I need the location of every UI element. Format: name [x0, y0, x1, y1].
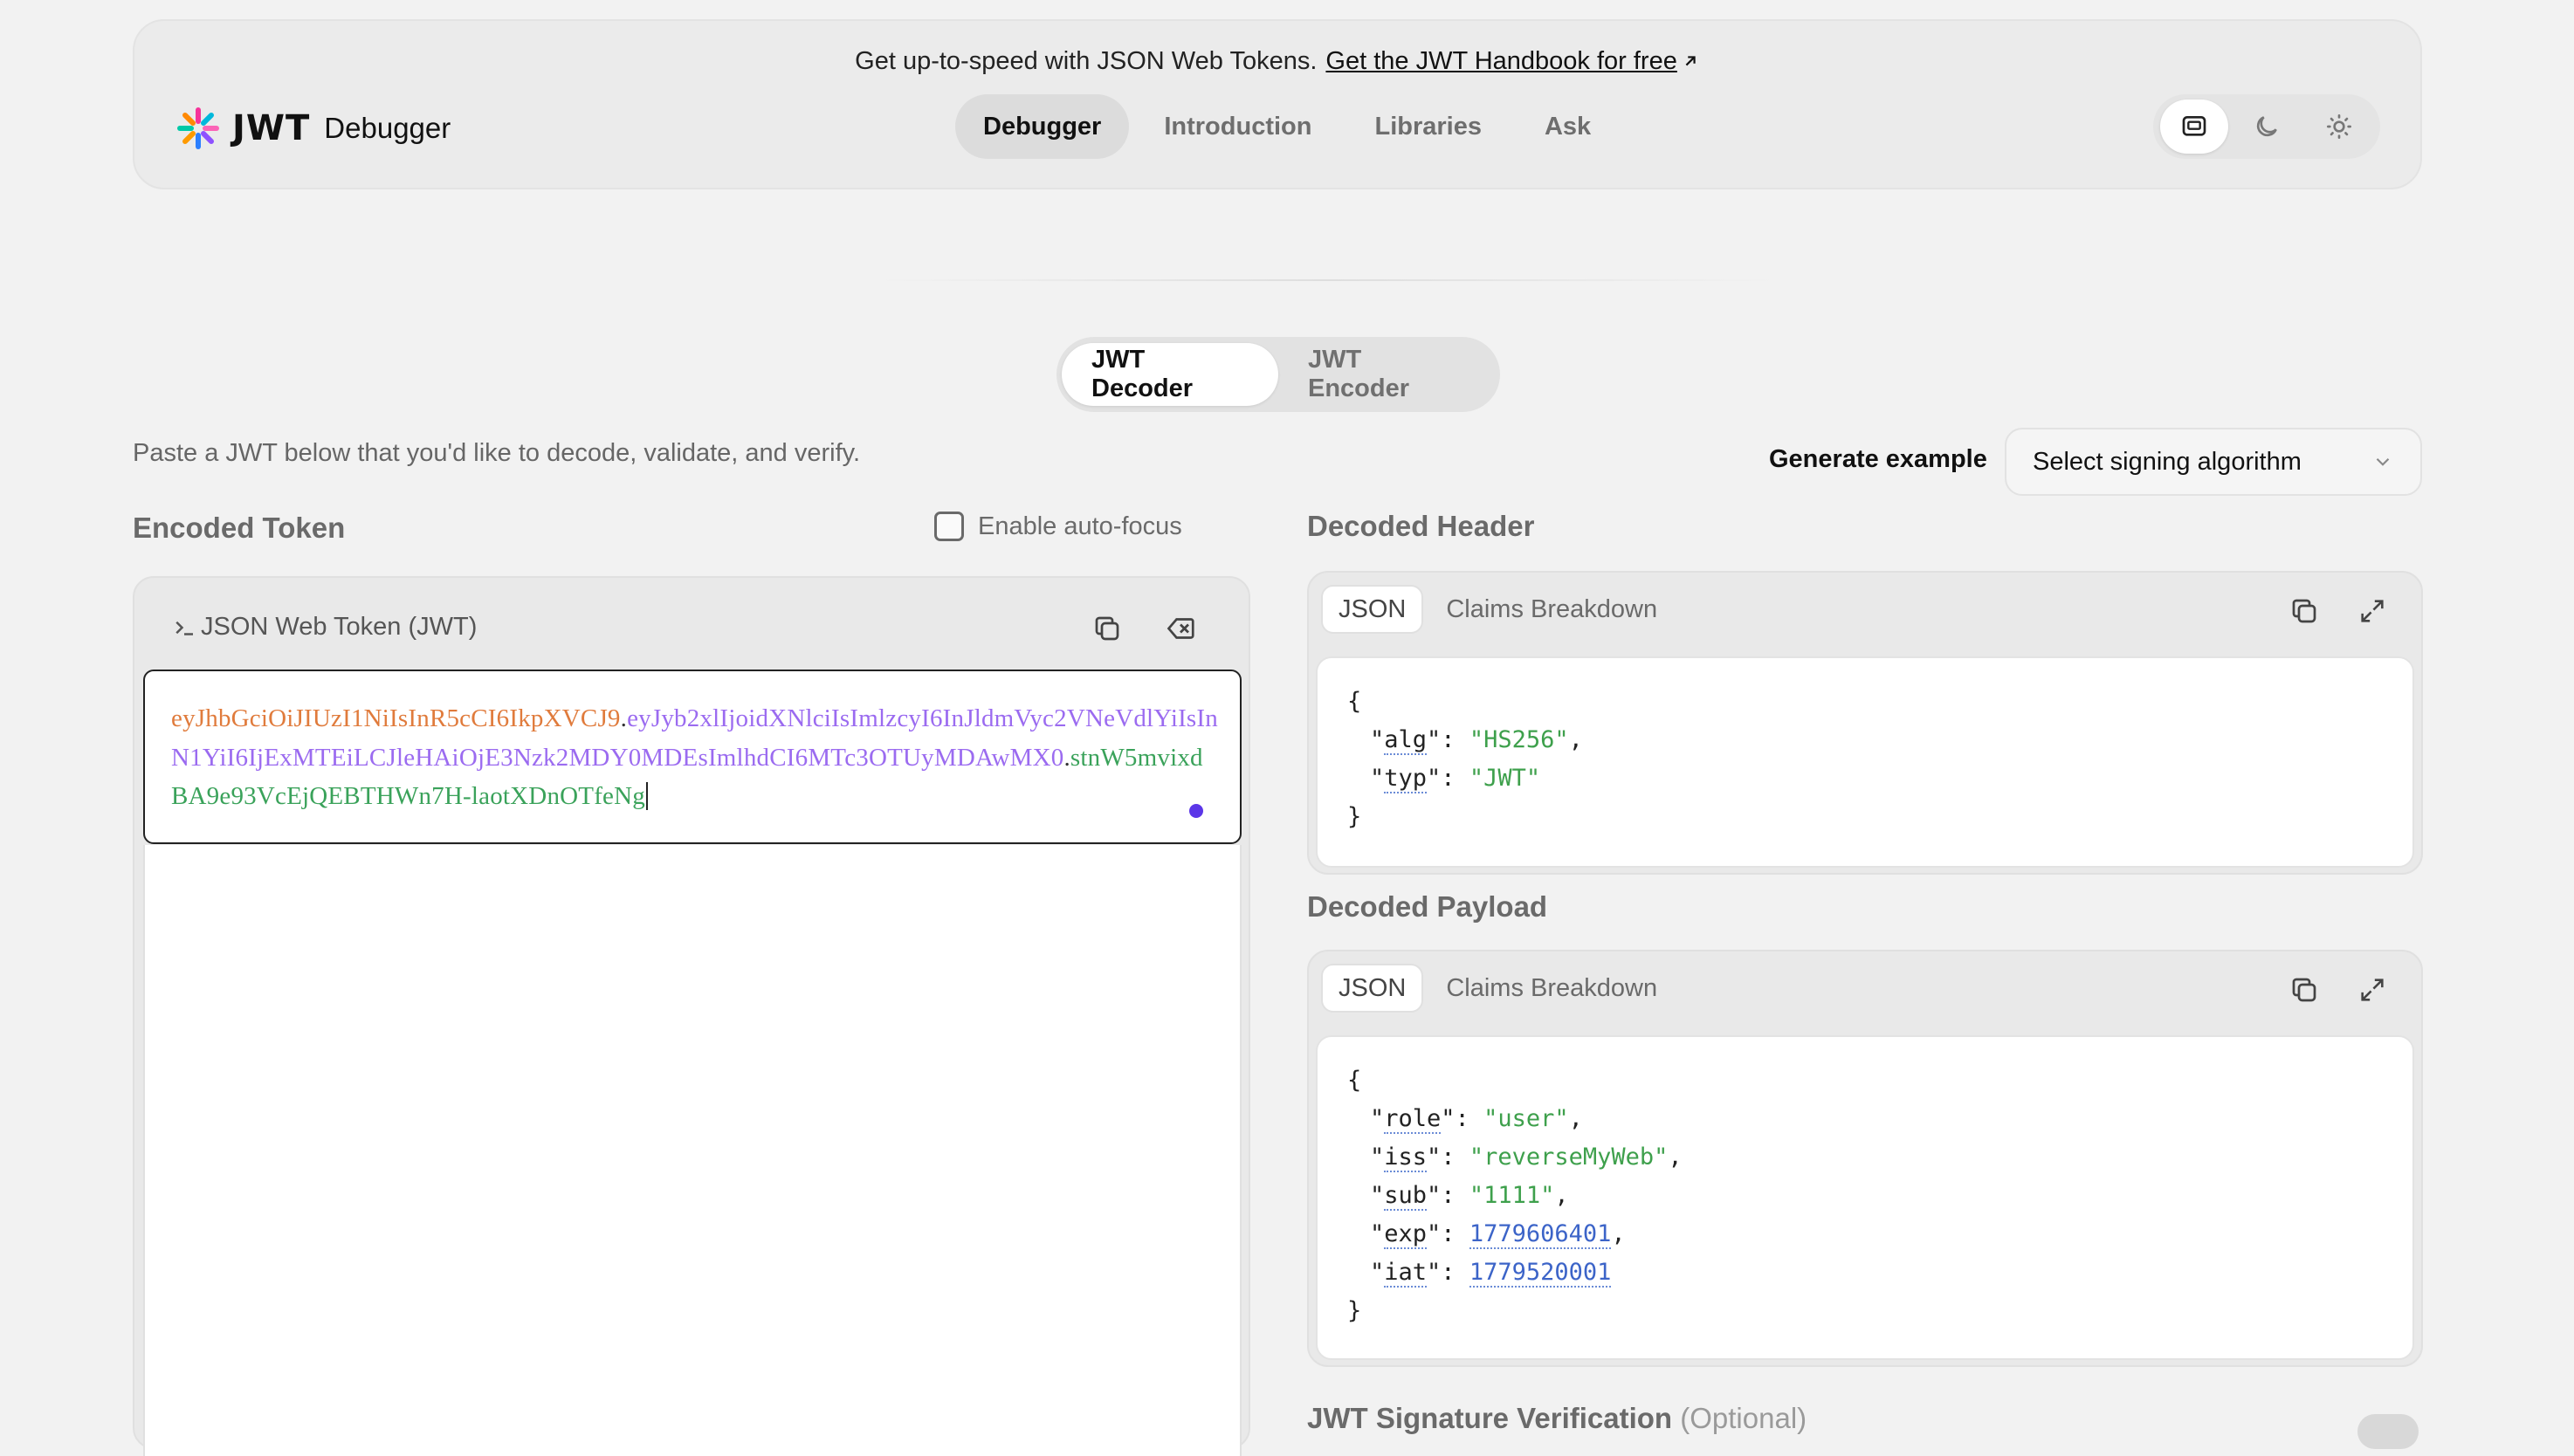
json-line: "iat": 1779520001 [1370, 1259, 1612, 1288]
payload-actions [2285, 971, 2392, 1009]
generate-example-label: Generate example [1769, 445, 1987, 473]
terminal-icon [176, 621, 193, 635]
copy-token-button[interactable] [1088, 609, 1126, 648]
auto-focus-toggle[interactable]: Enable auto-focus [934, 512, 1182, 541]
expand-icon [2361, 600, 2384, 622]
iat-timestamp[interactable]: 1779520001 [1469, 1259, 1612, 1288]
auto-focus-label: Enable auto-focus [978, 512, 1182, 540]
token-text: eyJhbGciOiJIUzI1NiIsInR5cCI6IkpXVCJ9.eyJ… [171, 704, 1218, 810]
nav-introduction[interactable]: Introduction [1136, 94, 1339, 159]
sun-icon [2326, 114, 2351, 139]
handbook-link[interactable]: Get the JWT Handbook for free [1325, 47, 1699, 75]
promo-banner: Get up-to-speed with JSON Web Tokens. Get… [134, 47, 2420, 76]
signing-algorithm-select[interactable]: Select signing algorithm [2005, 428, 2422, 496]
header-tab-claims[interactable]: Claims Breakdown [1430, 587, 1673, 632]
decoded-payload-panel: JSON Claims Breakdown { "role": "user", … [1307, 950, 2423, 1367]
copy-payload-button[interactable] [2285, 971, 2323, 1009]
auto-focus-checkbox[interactable] [934, 512, 964, 541]
text-cursor [645, 782, 648, 810]
dark-theme-button[interactable] [2233, 100, 2301, 154]
copy-header-button[interactable] [2285, 592, 2323, 630]
decoded-header-title: Decoded Header [1307, 510, 1535, 542]
encoded-panel-body [143, 845, 1242, 1456]
backspace-icon [1167, 618, 1194, 639]
json-line: "typ": "JWT" [1370, 765, 1541, 793]
copy-icon [2292, 599, 2316, 623]
json-line: "iss": "reverseMyWeb", [1370, 1144, 1683, 1172]
json-line: "sub": "1111", [1370, 1182, 1569, 1211]
expand-payload-button[interactable] [2353, 971, 2392, 1009]
expand-header-button[interactable] [2353, 592, 2392, 630]
chevron-down-icon [2376, 457, 2390, 466]
nav-ask[interactable]: Ask [1517, 94, 1619, 159]
signature-toggle[interactable] [2357, 1414, 2419, 1449]
payload-tab-claims[interactable]: Claims Breakdown [1430, 965, 1673, 1011]
json-line: "exp": 1779606401, [1370, 1220, 1626, 1249]
light-theme-button[interactable] [2305, 100, 2373, 154]
select-value: Select signing algorithm [2033, 447, 2302, 476]
encoded-panel-header: JSON Web Token (JWT) [171, 613, 477, 642]
jwt-panel-label: JSON Web Token (JWT) [201, 613, 478, 641]
divider [873, 279, 1781, 281]
moon-icon [2256, 116, 2277, 137]
theme-switcher [2153, 94, 2380, 159]
intro-text: Paste a JWT below that you'd like to dec… [133, 439, 861, 467]
json-line: "alg": "HS256", [1370, 726, 1583, 755]
nav-debugger[interactable]: Debugger [955, 94, 1130, 159]
promo-text: Get up-to-speed with JSON Web Tokens. [855, 47, 1318, 75]
header-actions [2285, 592, 2392, 630]
top-header: Get up-to-speed with JSON Web Tokens. Get… [133, 19, 2422, 189]
system-theme-button[interactable] [2160, 100, 2229, 154]
logo-title: Debugger [324, 112, 451, 144]
external-link-icon [1685, 56, 1696, 66]
header-view-tabs: JSON Claims Breakdown [1321, 585, 1673, 634]
clear-token-button[interactable] [1161, 609, 1200, 648]
encoded-token-title: Encoded Token [133, 512, 346, 544]
decoded-header-panel: JSON Claims Breakdown { "alg": "HS256", … [1307, 571, 2423, 875]
token-input[interactable]: eyJhbGciOiJIUzI1NiIsInR5cCI6IkpXVCJ9.eyJ… [143, 670, 1242, 844]
mode-tabs: JWT Decoder JWT Encoder [1056, 337, 1500, 412]
encoded-token-panel: JSON Web Token (JWT) eyJhbGciOiJIUzI1NiI… [133, 576, 1250, 1456]
json-line: "role": "user", [1370, 1105, 1583, 1134]
nav-libraries[interactable]: Libraries [1346, 94, 1510, 159]
payload-view-tabs: JSON Claims Breakdown [1321, 964, 1673, 1013]
decoded-payload-title: Decoded Payload [1307, 890, 1548, 923]
tab-jwt-decoder[interactable]: JWT Decoder [1062, 343, 1278, 406]
payload-tab-json[interactable]: JSON [1321, 964, 1424, 1013]
decoded-header-json: { "alg": "HS256", "typ": "JWT" } [1316, 656, 2414, 868]
logo-wordmark: JWT [232, 108, 311, 148]
tab-jwt-encoder[interactable]: JWT Encoder [1278, 343, 1495, 406]
decoded-payload-json: { "role": "user", "iss": "reverseMyWeb",… [1316, 1035, 2414, 1360]
status-dot [1189, 804, 1203, 818]
copy-icon [2292, 978, 2316, 1002]
system-theme-icon [2182, 116, 2206, 136]
jwt-logo-icon [177, 107, 219, 149]
header-tab-json[interactable]: JSON [1321, 585, 1424, 634]
signature-verification-title: JWT Signature Verification (Optional) [1307, 1402, 1807, 1434]
encoded-actions [1088, 609, 1200, 648]
logo[interactable]: JWT Debugger [176, 106, 451, 150]
exp-timestamp[interactable]: 1779606401 [1469, 1220, 1612, 1249]
token-header-part: eyJhbGciOiJIUzI1NiIsInR5cCI6IkpXVCJ9 [171, 704, 621, 732]
expand-icon [2361, 979, 2384, 1001]
main-nav: Debugger Introduction Libraries Ask [955, 94, 1619, 159]
copy-icon [1095, 616, 1119, 641]
